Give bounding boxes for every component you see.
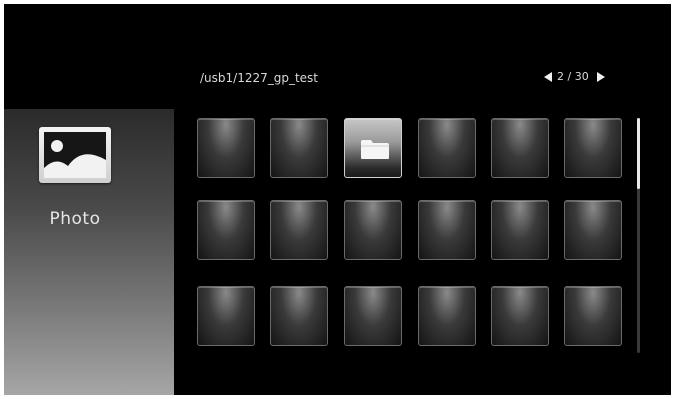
thumbnail-tile[interactable] — [418, 200, 476, 260]
thumbnail-tile[interactable] — [564, 286, 622, 346]
thumbnail-tile[interactable] — [270, 286, 328, 346]
thumbnail-tile[interactable] — [197, 200, 255, 260]
scrollbar-thumb[interactable] — [637, 118, 640, 189]
page-count: 2 / 30 — [557, 70, 589, 83]
thumbnail-tile[interactable] — [491, 118, 549, 178]
thumbnail-tile[interactable] — [418, 118, 476, 178]
photo-icon[interactable] — [39, 127, 111, 183]
previous-page-arrow-icon[interactable] — [544, 71, 552, 82]
thumbnail-tile[interactable] — [418, 286, 476, 346]
current-path: /usb1/1227_gp_test — [200, 71, 319, 85]
thumbnail-tile[interactable] — [270, 118, 328, 178]
thumbnail-tile[interactable] — [491, 200, 549, 260]
thumbnail-tile[interactable] — [344, 286, 402, 346]
next-page-arrow-icon[interactable] — [596, 71, 605, 82]
thumbnail-tile[interactable] — [491, 286, 549, 346]
thumbnail-tile[interactable] — [197, 118, 255, 178]
thumbnail-tile[interactable] — [564, 118, 622, 178]
photo-icon-canvas — [44, 132, 106, 178]
folder-icon — [361, 140, 389, 159]
thumbnail-tile[interactable] — [564, 200, 622, 260]
landscape-glyph — [44, 132, 106, 178]
thumbnail-tile[interactable] — [344, 200, 402, 260]
thumbnail-tile-selected[interactable] — [344, 118, 402, 178]
thumbnail-tile[interactable] — [270, 200, 328, 260]
sidebar-label-photo[interactable]: Photo — [4, 209, 146, 229]
sidebar: Photo — [4, 109, 174, 395]
page-indicator: 2 / 30 — [544, 70, 605, 83]
thumbnail-tile[interactable] — [197, 286, 255, 346]
media-browser-screen: Photo /usb1/1227_gp_test 2 / 30 — [4, 4, 671, 395]
